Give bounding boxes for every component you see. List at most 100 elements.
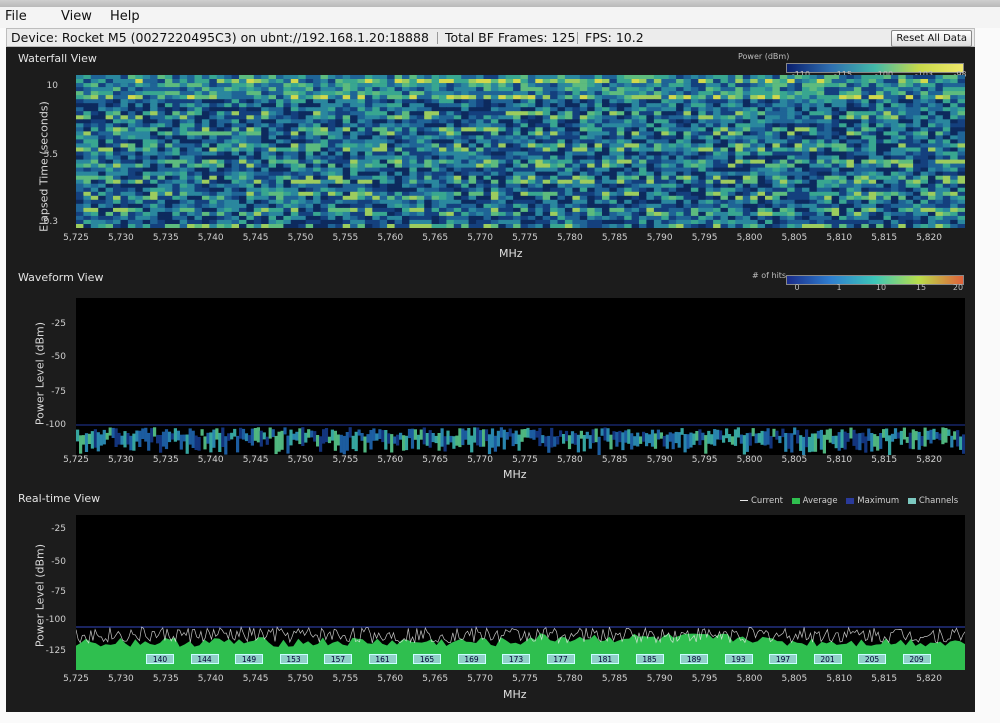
waterfall-cell [824,199,833,205]
waterfall-cell [520,79,529,84]
waterfall-cell [461,103,470,108]
waveform-density-cell [600,428,604,436]
waterfall-cell [624,107,633,112]
waterfall-cell [402,127,410,132]
menu-file[interactable]: File [5,9,27,24]
channel-marker[interactable]: 205 [858,654,886,664]
waterfall-cell [520,83,529,88]
waterfall-cell [357,159,366,164]
waterfall-cell [883,151,892,156]
waterfall-cell [609,211,618,217]
waterfall-cell [898,95,907,100]
waterfall-cell [646,111,655,116]
channel-marker[interactable]: 193 [724,654,753,664]
waterfall-cell [579,203,588,209]
channel-marker[interactable]: 149 [235,654,263,664]
waterfall-cell [928,83,936,88]
waterfall-cell [98,111,107,116]
channel-marker[interactable]: 161 [368,654,397,664]
waterfall-cell [535,191,544,197]
waterfall-cell [490,199,499,205]
legend-swatch [846,497,855,504]
realtime-plot[interactable]: 140 144 149 153 157 161 165 169 173 177 181 185 189 1… [76,515,965,670]
waterfall-cell [172,103,181,108]
waterfall-cell [772,103,781,108]
waterfall-cell [876,107,885,112]
waterfall-cell [468,75,477,80]
waterfall-cell [468,179,477,185]
waterfall-cell [572,163,581,168]
x-tick-label: 5,800 [736,455,763,465]
waterfall-cell [705,79,714,84]
waterfall-cell [461,163,470,168]
channel-marker[interactable]: 209 [902,654,931,664]
waterfall-cell [335,147,344,152]
waveform-density-cell [837,432,841,451]
reset-all-data-button[interactable]: Reset All Data [891,30,972,47]
waterfall-cell [261,167,270,172]
waterfall-cell [579,211,588,217]
channel-marker[interactable]: 189 [680,654,708,664]
waterfall-cell [727,199,736,205]
channel-marker[interactable]: 173 [502,654,530,664]
channel-marker[interactable]: 140 [146,654,174,664]
waveform-density-cell [111,427,115,438]
waterfall-cell [816,179,825,185]
waterfall-cell [83,207,92,213]
channel-marker[interactable]: 197 [769,654,797,664]
channel-marker[interactable]: 157 [324,654,352,664]
waterfall-cell [298,107,307,112]
waterfall-cell [416,159,425,164]
waterfall-cell [387,219,396,225]
channel-marker[interactable]: 144 [190,654,219,664]
waterfall-cell [135,115,144,120]
waterfall-cell [572,99,581,104]
waterfall-cell [239,211,247,217]
channel-marker[interactable]: 177 [546,654,575,664]
waterfall-cell [505,95,514,100]
waterfall-cell [935,103,944,108]
channel-marker[interactable]: 201 [813,654,842,664]
waterfall-cell [876,171,885,176]
waterfall-cell [216,207,225,213]
waterfall-cell [468,143,477,148]
channel-marker[interactable]: 181 [591,654,619,664]
waterfall-cell [468,199,477,205]
waterfall-cell [535,135,544,140]
waterfall-cell [424,119,433,124]
waterfall-cell [742,219,751,225]
waterfall-cell [268,167,277,172]
waterfall-cell [194,95,203,100]
waterfall-cell [364,79,373,84]
waterfall-cell [201,123,210,128]
waterfall-cell [453,179,462,185]
title-bar [0,0,1000,7]
waterfall-cell [631,159,640,164]
waterfall-cell [646,151,655,156]
waveform-legend-tick: 10 [875,283,887,292]
waterfall-cell [661,147,670,152]
waterfall-cell [676,107,685,112]
waterfall-cell [602,219,610,225]
channel-marker[interactable]: 165 [413,654,441,664]
channel-marker[interactable]: 185 [635,654,664,664]
waterfall-cell [90,167,99,172]
waterfall-plot[interactable] [76,75,965,228]
waterfall-cell [357,127,366,132]
waveform-plot[interactable] [76,298,965,455]
waterfall-cell [231,127,240,132]
waveform-density-cell [301,427,305,446]
waterfall-cell [490,151,499,156]
menu-view[interactable]: View [61,9,92,24]
waterfall-cell [816,224,825,228]
waterfall-cell [942,119,951,124]
channel-marker[interactable]: 169 [457,654,486,664]
channel-marker[interactable]: 153 [279,654,308,664]
waveform-density-cell [514,430,518,445]
x-tick-label: 5,760 [377,233,404,243]
waterfall-cell [557,211,566,217]
waterfall-cell [431,183,440,189]
waterfall-cell [239,111,247,116]
waterfall-cell [409,103,418,108]
menu-help[interactable]: Help [110,9,140,24]
